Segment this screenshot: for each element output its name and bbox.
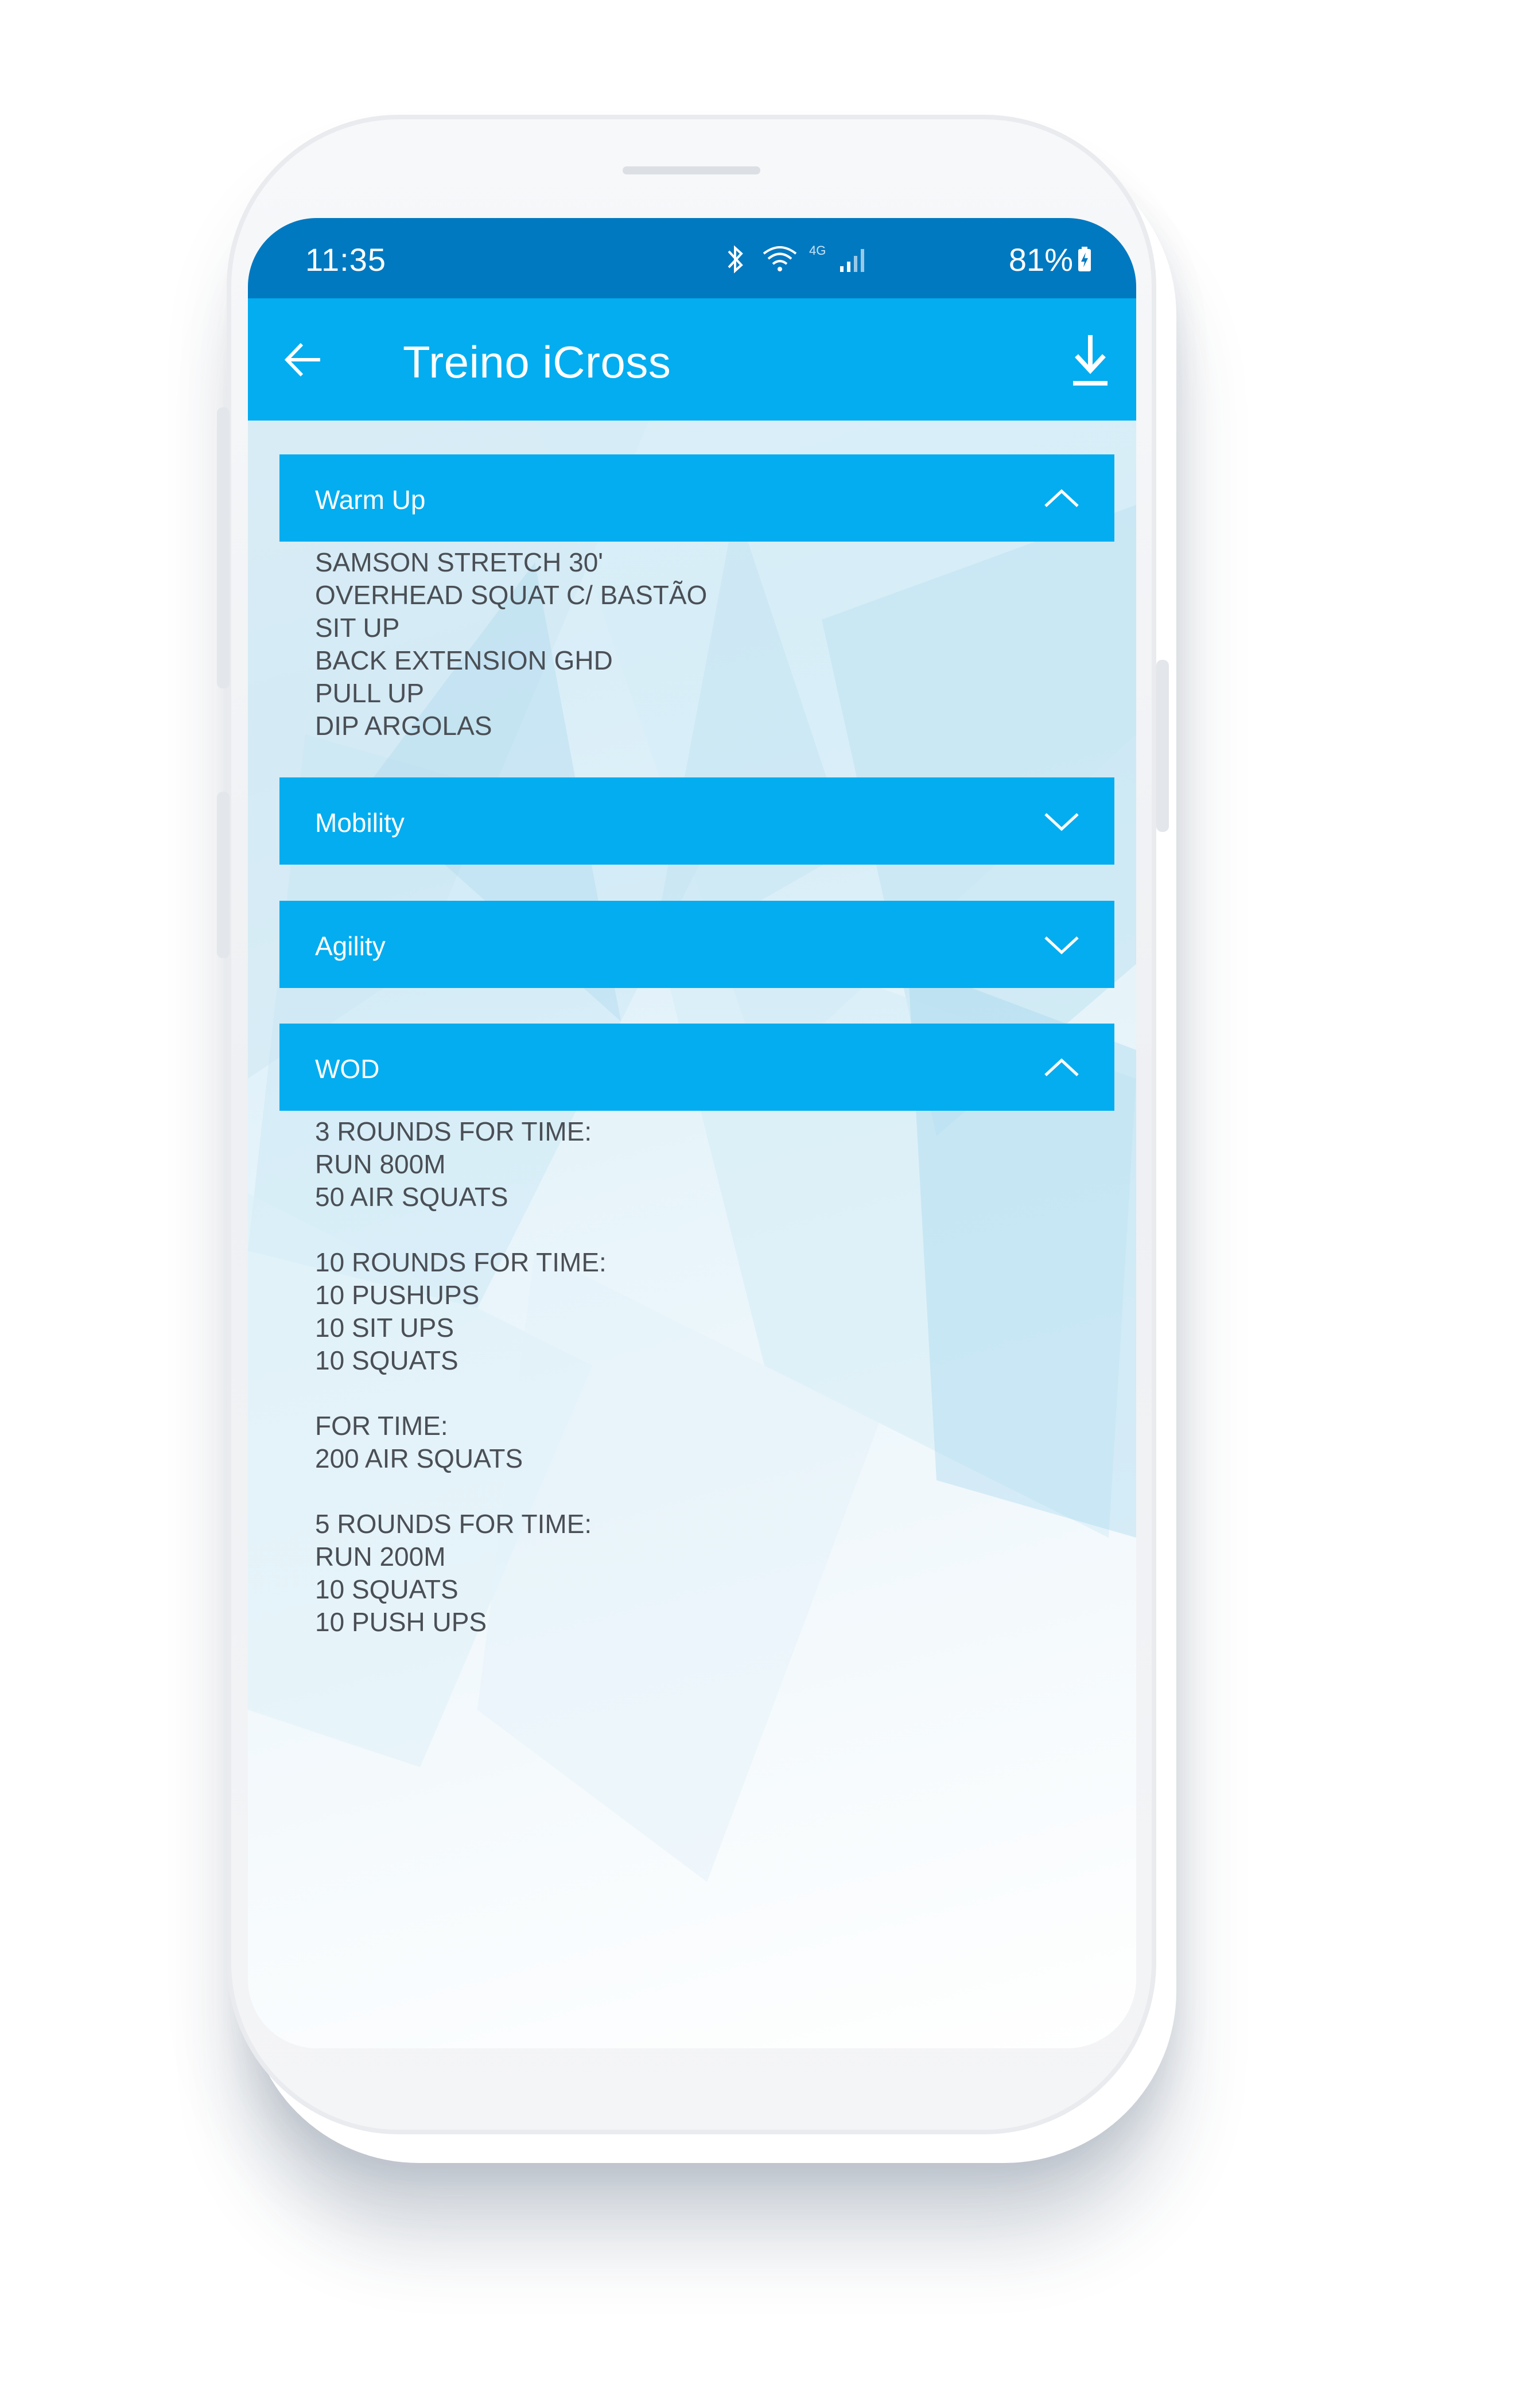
signal-icon — [840, 249, 864, 272]
phone-speaker — [623, 166, 760, 174]
battery-level: 81% — [1008, 242, 1073, 278]
exercise-line: BACK EXTENSION GHD — [315, 645, 613, 675]
page-title: Treino iCross — [403, 337, 671, 387]
workout-line: 10 ROUNDS FOR TIME: — [315, 1247, 607, 1277]
workout-line: 10 PUSHUPS — [315, 1280, 480, 1310]
exercise-line: OVERHEAD SQUAT C/ BASTÃO — [315, 580, 708, 610]
exercise-line: SIT UP — [315, 613, 400, 643]
exercise-line: DIP ARGOLAS — [315, 711, 492, 741]
back-arrow-icon[interactable] — [282, 339, 325, 381]
workout-line: RUN 200M — [315, 1542, 446, 1571]
chevron-down-icon — [1044, 813, 1079, 831]
section-title: Agility — [315, 931, 386, 961]
workout-line: 3 ROUNDS FOR TIME: — [315, 1117, 592, 1146]
app-bar: Treino iCross — [248, 298, 1136, 421]
status-time: 11:35 — [305, 242, 386, 278]
workout-line: 5 ROUNDS FOR TIME: — [315, 1509, 592, 1539]
chevron-down-icon — [1044, 936, 1079, 955]
battery-charging-icon — [1078, 247, 1091, 271]
chevron-up-icon — [1044, 489, 1079, 507]
chevron-up-icon — [1044, 1058, 1079, 1076]
exercise-line: SAMSON STRETCH 30' — [315, 547, 604, 577]
workout-line: 200 AIR SQUATS — [315, 1444, 523, 1473]
status-bar: 11:35 4G 81% — [248, 218, 1136, 298]
section-content-warm-up: SAMSON STRETCH 30' OVERHEAD SQUAT C/ BAS… — [315, 546, 707, 742]
section-header-agility[interactable]: Agility — [279, 901, 1114, 988]
workout-line: 10 SQUATS — [315, 1574, 458, 1604]
workout-line: 10 SIT UPS — [315, 1313, 454, 1343]
section-title: WOD — [315, 1054, 380, 1084]
section-content-wod: 3 ROUNDS FOR TIME: RUN 800M 50 AIR SQUAT… — [315, 1115, 607, 1639]
wifi-icon — [763, 246, 797, 271]
volume-button — [217, 407, 230, 688]
workout-line: 10 SQUATS — [315, 1345, 458, 1375]
workout-line: FOR TIME: — [315, 1411, 448, 1441]
power-button — [1156, 660, 1169, 832]
workout-line: 50 AIR SQUATS — [315, 1182, 508, 1212]
phone-screen: 11:35 4G 81% Treino iCross Warm Up SAMSO… — [248, 218, 1136, 2048]
network-type-label: 4G — [809, 243, 826, 258]
bluetooth-icon — [728, 245, 743, 274]
section-header-wod[interactable]: WOD — [279, 1024, 1114, 1111]
exercise-line: PULL UP — [315, 678, 425, 708]
download-icon[interactable] — [1067, 332, 1113, 388]
workout-line: RUN 800M — [315, 1149, 446, 1179]
section-header-warm-up[interactable]: Warm Up — [279, 454, 1114, 542]
section-title: Warm Up — [315, 485, 426, 515]
section-header-mobility[interactable]: Mobility — [279, 777, 1114, 865]
assistant-button — [217, 792, 230, 958]
workout-line: 10 PUSH UPS — [315, 1607, 487, 1637]
section-title: Mobility — [315, 808, 405, 838]
